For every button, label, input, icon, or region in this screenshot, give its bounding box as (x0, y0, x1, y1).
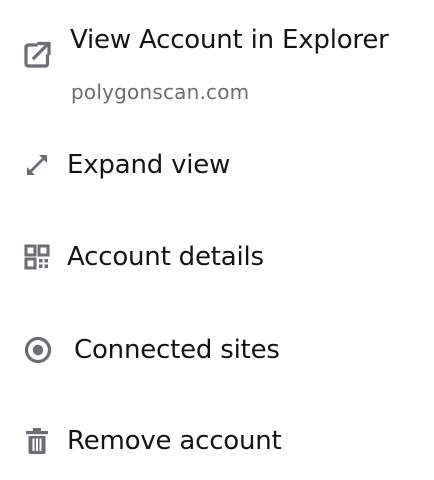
menu-item-label: View Account in Explorer (70, 25, 389, 55)
menu-item-account-details[interactable]: Account details (0, 232, 434, 282)
menu-item-view-in-explorer[interactable]: View Account in Explorer polygonscan.com (0, 18, 434, 104)
menu-item-label: Expand view (67, 150, 231, 180)
trash-icon (20, 424, 54, 458)
menu-item-label: Connected sites (74, 335, 280, 365)
radio-dot-icon (20, 333, 54, 367)
menu-item-connected-sites[interactable]: Connected sites (0, 325, 434, 375)
menu-item-expand-view[interactable]: Expand view (0, 140, 434, 190)
menu-item-remove-account[interactable]: Remove account (0, 418, 434, 468)
menu-item-label: Remove account (67, 426, 282, 456)
account-options-menu: View Account in Explorer polygonscan.com… (0, 0, 434, 480)
qr-code-icon (20, 240, 54, 274)
menu-item-sublabel: polygonscan.com (71, 80, 250, 104)
menu-item-label: Account details (67, 242, 264, 272)
expand-arrows-icon (20, 148, 54, 182)
external-link-icon (20, 38, 54, 72)
